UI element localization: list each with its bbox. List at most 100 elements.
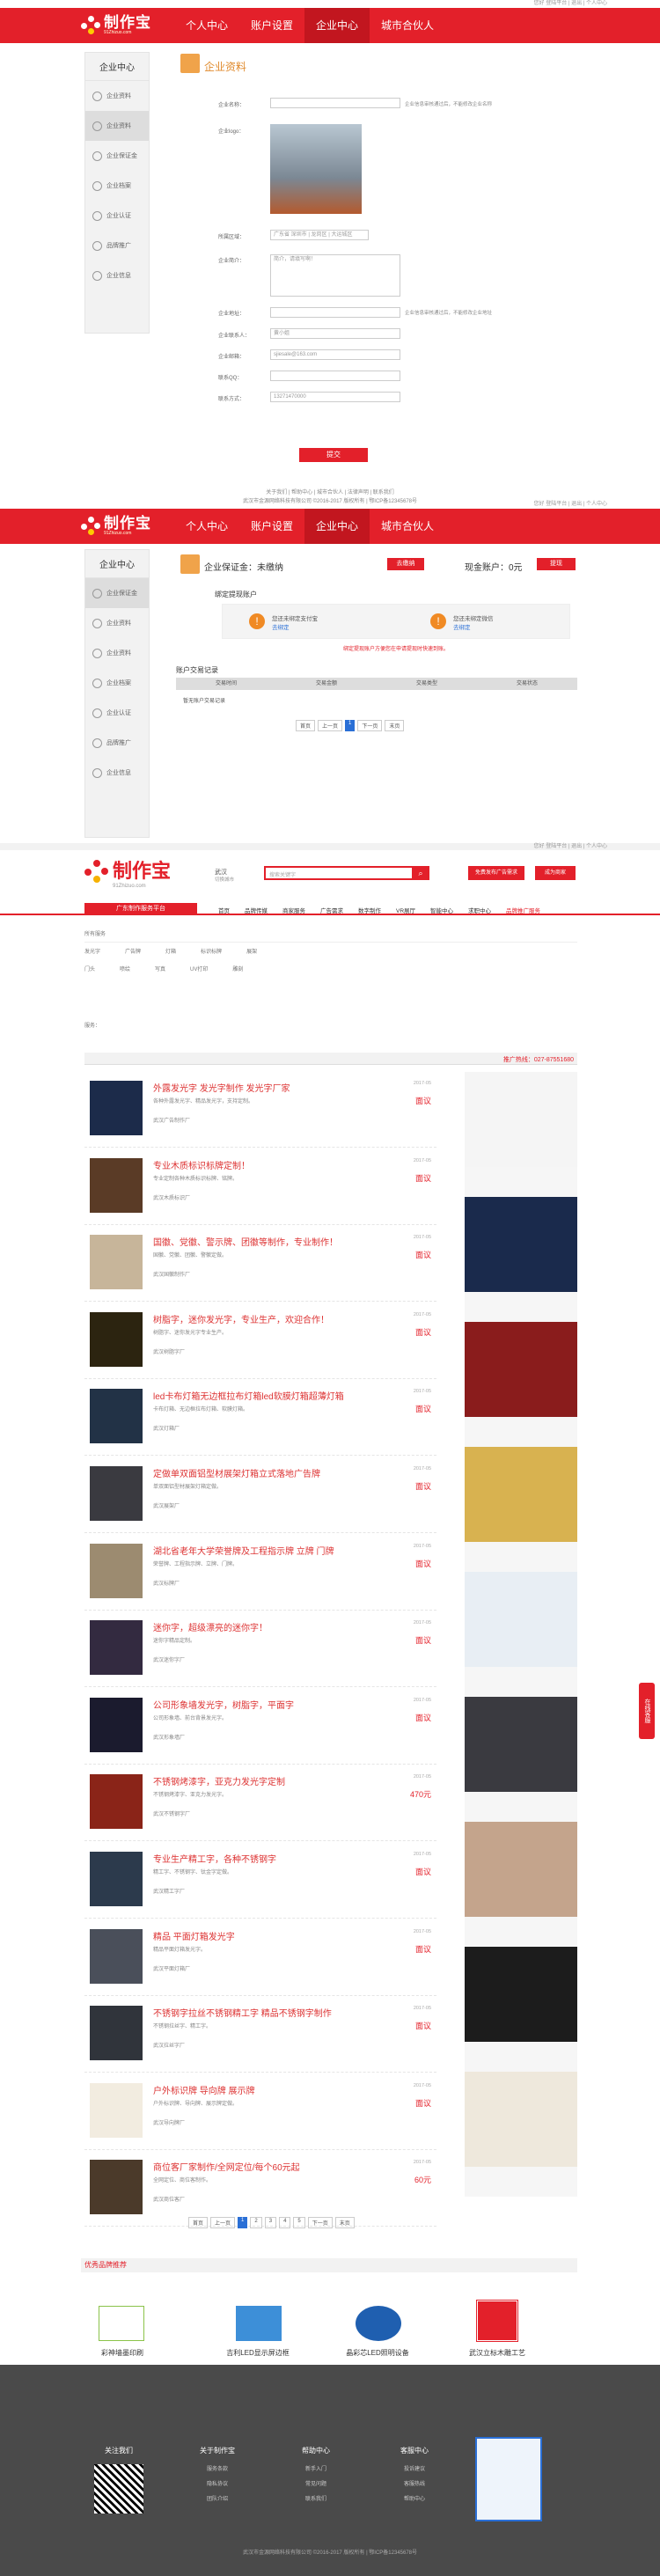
nav-account[interactable]: 账户设置 [239, 8, 304, 43]
service-list-item[interactable]: 定做单双面铝型材展架灯箱立式落地广告牌 单双面铝型材展架灯箱定做。 武汉展架厂 201… [84, 1459, 436, 1533]
footer-link[interactable]: 帮助中心 [384, 2494, 445, 2502]
search-input[interactable]: 搜索关键字 [269, 870, 296, 878]
sidebar-item[interactable]: 企业信息 [85, 261, 149, 290]
item-shop[interactable]: 武汉不锈钢字厂 [153, 1809, 190, 1817]
city-switch[interactable]: 切换城市 [215, 876, 234, 883]
join-button[interactable]: 成为商家 [535, 866, 576, 880]
service-list-item[interactable]: 户外标识牌 导向牌 展示牌 户外标识牌、导向牌、展示牌定做。 武汉导向牌厂 2017-… [84, 2076, 436, 2150]
nav-link[interactable]: 品牌传媒 [245, 906, 268, 914]
company-intro-textarea[interactable]: 简介，请填写啊！ [270, 254, 400, 297]
nav-link[interactable]: 品牌推广服务 [506, 906, 540, 914]
withdraw-button[interactable]: 提现 [537, 558, 576, 570]
company-name-input[interactable] [270, 98, 400, 108]
sort-bar[interactable]: 推广热线：027-87551680 [84, 1053, 577, 1065]
category-title[interactable]: 广东制作服务平台 [84, 903, 197, 915]
ad-image[interactable] [465, 1447, 577, 1542]
item-shop[interactable]: 武汉拉丝字厂 [153, 2041, 185, 2049]
sidebar-item[interactable]: 企业资料 [85, 638, 149, 668]
item-title[interactable]: 树脂字，迷你发光字，专业生产，欢迎合作！ [153, 1312, 329, 1325]
company-address-input[interactable] [270, 307, 400, 318]
footer-link[interactable]: 团队介绍 [187, 2494, 248, 2502]
nav-link[interactable]: 智能中心 [430, 906, 453, 914]
service-list-item[interactable]: 精品 平面灯箱发光字 精品平面灯箱发光字。 武汉平面灯箱厂 2017-05 面议 [84, 1922, 436, 1996]
service-list-item[interactable]: 公司形象墙发光字，树脂字，平面字 公司形象墙、前台背景发光字。 武汉形象墙厂 2017… [84, 1691, 436, 1765]
ad-card[interactable] [465, 1572, 577, 1697]
item-shop[interactable]: 武汉展架厂 [153, 1501, 180, 1509]
sidebar-item[interactable]: 企业档案 [85, 171, 149, 201]
region-select[interactable]: 广东省 深圳市 | 龙岗区 | 大运城区 [270, 230, 369, 240]
nav-link[interactable]: 数字制作 [358, 906, 381, 914]
footer-link[interactable]: 客服热线 [384, 2479, 445, 2487]
nav-enterprise[interactable]: 企业中心 [304, 8, 370, 43]
top-links[interactable]: 您好 登陆平台 | 退出 | 个人中心 [0, 0, 660, 8]
item-shop[interactable]: 武汉形象墙厂 [153, 1733, 185, 1741]
item-shop[interactable]: 武汉迷你字厂 [153, 1655, 185, 1663]
brand-name[interactable]: 吉利LED显示屏边框 [209, 2348, 306, 2358]
item-thumbnail[interactable] [90, 1620, 143, 1676]
item-shop[interactable]: 武汉商位客厂 [153, 2195, 185, 2203]
item-thumbnail[interactable] [90, 2082, 143, 2138]
ad-card[interactable] [465, 1197, 577, 1322]
pay-deposit-button[interactable]: 去缴纳 [387, 558, 424, 570]
item-thumbnail[interactable] [90, 1081, 143, 1135]
ad-image[interactable] [465, 1322, 577, 1417]
item-thumbnail[interactable] [90, 1157, 143, 1213]
item-title[interactable]: 公司形象墙发光字，树脂字，平面字 [153, 1698, 294, 1711]
item-shop[interactable]: 武汉广告制作厂 [153, 1116, 190, 1124]
item-shop[interactable]: 武汉树脂字厂 [153, 1347, 185, 1355]
item-title[interactable]: led卡布灯箱无边框拉布灯箱led软膜灯箱超薄灯箱 [153, 1389, 344, 1402]
nav-link[interactable]: VR展厅 [396, 906, 415, 914]
ad-card[interactable] [465, 1322, 577, 1447]
brand-name[interactable]: 彩神墙墨印刷 [74, 2348, 171, 2358]
service-list-item[interactable]: 外露发光字 发光字制作 发光字厂家 各种外露发光字、精品发光字，支持定制。 武汉广告… [84, 1074, 436, 1148]
item-title[interactable]: 不锈钢烤漆字，亚克力发光字定制 [153, 1774, 285, 1787]
nav-link[interactable]: 商家服务 [282, 906, 305, 914]
pager-page[interactable]: 1 [345, 720, 356, 731]
qq-input[interactable] [270, 371, 400, 381]
pager-page[interactable]: 4 [279, 2217, 291, 2228]
nav-link[interactable]: 首页 [218, 906, 230, 914]
item-thumbnail[interactable] [90, 1852, 143, 1906]
pager-last[interactable]: 末页 [334, 2217, 355, 2228]
item-title[interactable]: 不锈钢字拉丝不锈钢精工字 精品不锈钢字制作 [153, 2006, 332, 2019]
submit-button[interactable]: 提交 [299, 448, 368, 462]
ad-card[interactable] [465, 1697, 577, 1822]
nav-link[interactable]: 广告需求 [320, 906, 343, 914]
pager-page[interactable]: 3 [264, 2217, 277, 2228]
sidebar-item[interactable]: 企业信息 [85, 758, 149, 788]
item-title[interactable]: 专业生产精工字，各种不锈钢字 [153, 1852, 276, 1865]
ad-image[interactable] [465, 1822, 577, 1917]
pager-page[interactable]: 5 [293, 2217, 305, 2228]
phone-input[interactable]: 13271470000 [270, 392, 400, 402]
footer-link[interactable]: 隐私协议 [187, 2479, 248, 2487]
item-title[interactable]: 专业木质标识标牌定制！ [153, 1158, 250, 1171]
item-title[interactable]: 户外标识牌 导向牌 展示牌 [153, 2083, 255, 2096]
ad-image[interactable] [465, 1697, 577, 1792]
item-title[interactable]: 迷你字，超级漂亮的迷你字！ [153, 1620, 268, 1633]
footer-ad-image[interactable] [475, 2437, 542, 2521]
brand-name[interactable]: 武汉立标木雕工艺 [449, 2348, 546, 2358]
item-shop[interactable]: 武汉国徽制作厂 [153, 1270, 190, 1278]
item-thumbnail[interactable] [90, 1311, 143, 1367]
nav-personal[interactable]: 个人中心 [174, 8, 239, 43]
pager-next[interactable]: 下一页 [357, 720, 383, 731]
sidebar-item-active[interactable]: 企业保证金 [85, 578, 149, 608]
brand-logo[interactable] [475, 2299, 519, 2343]
pager-page[interactable]: 1 [238, 2217, 248, 2228]
item-thumbnail[interactable] [90, 1389, 143, 1444]
pager-next[interactable]: 下一页 [307, 2217, 333, 2228]
brand-logo[interactable] [236, 2306, 282, 2341]
logo-upload-image[interactable] [270, 124, 362, 214]
ad-image[interactable] [465, 1947, 577, 2042]
item-thumbnail[interactable] [90, 1774, 143, 1830]
footer-link[interactable]: 常见问题 [285, 2479, 347, 2487]
top-links[interactable]: 您好 登陆平台 | 退出 | 个人中心 [0, 843, 660, 850]
filter-option[interactable]: UV打印 [190, 965, 208, 972]
site-logo[interactable]: 制作宝 91Zhizuo.com [81, 516, 160, 536]
pager-prev[interactable]: 上一页 [210, 2217, 236, 2228]
item-thumbnail[interactable] [90, 2006, 143, 2061]
ad-card[interactable] [465, 1822, 577, 1947]
item-thumbnail[interactable] [90, 1928, 143, 1984]
filter-option[interactable]: 写真 [155, 965, 165, 972]
service-list-item[interactable]: 树脂字，迷你发光字，专业生产，欢迎合作！ 树脂字、迷你发光字专业生产。 武汉树脂字厂… [84, 1305, 436, 1379]
